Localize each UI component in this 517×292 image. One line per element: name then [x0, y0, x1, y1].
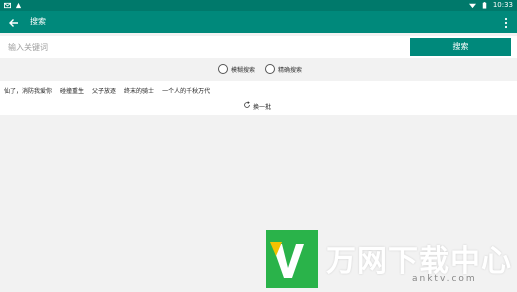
more-options-icon[interactable]	[503, 15, 509, 29]
hot-word-item[interactable]: 仙了，消防我爱你	[4, 86, 52, 95]
exact-search-option[interactable]: 精确搜索	[265, 64, 302, 74]
hot-word-item[interactable]: 碰撞重生	[60, 86, 84, 95]
app-bar: 搜索	[0, 11, 517, 33]
status-bar: 10:33	[0, 0, 517, 11]
exact-search-label: 精确搜索	[278, 66, 303, 74]
email-icon	[4, 2, 11, 9]
refresh-label: 换一批	[253, 103, 272, 111]
search-bar: 搜索	[0, 36, 517, 58]
battery-icon	[481, 2, 488, 9]
hot-word-item[interactable]: 父子放逐	[92, 86, 116, 95]
hot-word-item[interactable]: 终末的骑士	[124, 86, 154, 95]
wifi-icon	[468, 2, 476, 9]
search-mode-options: 模糊搜索 精确搜索	[0, 62, 517, 78]
watermark-url: anktv.com	[412, 274, 477, 284]
refresh-button[interactable]: 换一批	[243, 101, 271, 111]
notification-a-icon	[15, 2, 22, 9]
status-time: 10:33	[492, 1, 513, 9]
hot-word-item[interactable]: 一个人的千秋万代	[162, 86, 210, 95]
refresh-icon	[243, 101, 251, 111]
fuzzy-search-option[interactable]: 模糊搜索	[218, 64, 255, 74]
watermark-logo-icon	[266, 230, 318, 288]
exact-search-radio[interactable]	[265, 64, 275, 74]
hot-words-list: 仙了，消防我爱你 碰撞重生 父子放逐 终末的骑士 一个人的千秋万代	[4, 86, 210, 95]
page-title: 搜索	[30, 17, 46, 26]
watermark: 万网下载中心 anktv.com	[266, 230, 517, 291]
fuzzy-search-radio[interactable]	[218, 64, 228, 74]
search-input[interactable]	[3, 38, 406, 56]
back-arrow-icon[interactable]	[7, 15, 21, 29]
hot-words-panel: 仙了，消防我爱你 碰撞重生 父子放逐 终末的骑士 一个人的千秋万代 换一批	[0, 81, 517, 115]
fuzzy-search-label: 模糊搜索	[231, 66, 256, 74]
search-button[interactable]: 搜索	[410, 38, 511, 56]
